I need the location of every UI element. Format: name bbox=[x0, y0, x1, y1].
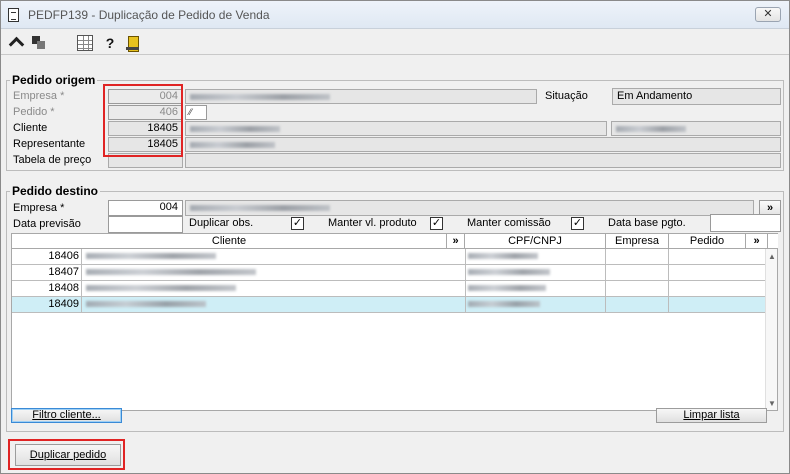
close-button[interactable]: ✕ bbox=[755, 7, 781, 22]
limpar-lista-label: Limpar lista bbox=[683, 409, 740, 421]
clientes-grid: Cliente » CPF/CNPJ Empresa Pedido » 1840… bbox=[11, 233, 778, 411]
destino-empresa-label: Empresa * bbox=[13, 202, 65, 214]
destino-empresa-name-field bbox=[185, 200, 754, 216]
help-icon[interactable]: ? bbox=[102, 35, 118, 52]
origem-pedido-label: Pedido * bbox=[13, 106, 55, 118]
grid-header-cpf[interactable]: CPF/CNPJ bbox=[465, 234, 606, 249]
grid-cell-cpf bbox=[466, 297, 606, 312]
grid-header-cliente-more[interactable]: » bbox=[447, 234, 465, 249]
data-previsao-label: Data previsão bbox=[13, 218, 81, 230]
manter-vl-produto-checkbox[interactable]: ✓ bbox=[430, 217, 443, 230]
origem-empresa-label: Empresa * bbox=[13, 90, 65, 102]
manter-comissao-label: Manter comissão bbox=[467, 217, 551, 229]
manter-comissao-checkbox[interactable]: ✓ bbox=[571, 217, 584, 230]
destino-empresa-input[interactable]: 004 bbox=[108, 200, 183, 216]
origem-cliente-name-field bbox=[185, 121, 607, 136]
pedido-destino-legend: Pedido destino bbox=[12, 184, 99, 198]
pedido-origem-legend: Pedido origem bbox=[12, 73, 96, 87]
data-base-pgto-input[interactable] bbox=[710, 214, 781, 232]
title-bar: PEDFP139 - Duplicação de Pedido de Venda… bbox=[1, 1, 789, 29]
grid-cell-cpf bbox=[466, 265, 606, 280]
duplicar-pedido-label: Duplicar pedido bbox=[29, 449, 107, 461]
origem-pedido-field: 406 bbox=[108, 105, 183, 120]
tabela-preco-field bbox=[108, 153, 183, 168]
grid-cell-cliente bbox=[82, 281, 466, 296]
grid-cell-pedido bbox=[669, 249, 768, 264]
pedido-lookup-button[interactable]: ⁄⁄ bbox=[185, 105, 207, 120]
table-row[interactable]: 18408 bbox=[12, 281, 768, 297]
origem-cliente-field: 18405 bbox=[108, 121, 183, 136]
exit-door-icon[interactable] bbox=[125, 35, 141, 52]
grid-header-cliente[interactable]: Cliente bbox=[12, 234, 447, 249]
grid-cell-code: 18406 bbox=[12, 249, 82, 264]
duplicar-obs-checkbox[interactable]: ✓ bbox=[291, 217, 304, 230]
grid-cell-empresa bbox=[606, 249, 669, 264]
data-previsao-input[interactable] bbox=[108, 216, 183, 233]
document-icon bbox=[8, 8, 19, 22]
grid-cell-empresa bbox=[606, 265, 669, 280]
copy-icon[interactable] bbox=[31, 35, 47, 51]
toolbar: ? bbox=[1, 29, 789, 55]
grid-cell-code: 18407 bbox=[12, 265, 82, 280]
origem-empresa-name-field bbox=[185, 89, 537, 104]
table-row[interactable]: 18406 bbox=[12, 249, 768, 265]
grid-header-more[interactable]: » bbox=[746, 234, 768, 249]
grid-cell-cpf bbox=[466, 249, 606, 264]
grid-cell-code: 18409 bbox=[12, 297, 82, 312]
grid-cell-pedido bbox=[669, 297, 768, 312]
filtro-cliente-button[interactable]: Filtro cliente... bbox=[11, 408, 122, 423]
limpar-lista-button[interactable]: Limpar lista bbox=[656, 408, 767, 423]
grid-cell-empresa bbox=[606, 297, 669, 312]
origem-cliente-label: Cliente bbox=[13, 122, 48, 134]
grid-cell-pedido bbox=[669, 265, 768, 280]
origem-empresa-field: 004 bbox=[108, 89, 183, 104]
representante-name-field bbox=[185, 137, 781, 152]
grid-vertical-scrollbar[interactable]: ▲ ▼ bbox=[765, 249, 777, 410]
duplicar-pedido-button[interactable]: Duplicar pedido bbox=[15, 444, 121, 466]
arrow-return-icon[interactable] bbox=[9, 35, 25, 51]
table-row[interactable]: 18407 bbox=[12, 265, 768, 281]
grid-cell-cliente bbox=[82, 265, 466, 280]
representante-label: Representante bbox=[13, 138, 86, 150]
calendar-grid-icon[interactable] bbox=[77, 35, 93, 51]
grid-header-corner bbox=[768, 234, 778, 249]
filtro-cliente-label: Filtro cliente... bbox=[32, 409, 101, 421]
grid-cell-empresa bbox=[606, 281, 669, 296]
grid-cell-cpf bbox=[466, 281, 606, 296]
grid-cell-code: 18408 bbox=[12, 281, 82, 296]
grid-cell-cliente bbox=[82, 249, 466, 264]
grid-cell-cliente bbox=[82, 297, 466, 312]
window-title: PEDFP139 - Duplicação de Pedido de Venda bbox=[28, 8, 270, 22]
data-base-pgto-label: Data base pgto. bbox=[608, 217, 686, 229]
grid-header-cliente-label: Cliente bbox=[211, 235, 247, 247]
scroll-down-icon[interactable]: ▼ bbox=[768, 399, 776, 408]
grid-cell-pedido bbox=[669, 281, 768, 296]
app-window: PEDFP139 - Duplicação de Pedido de Venda… bbox=[0, 0, 790, 474]
scroll-up-icon[interactable]: ▲ bbox=[768, 252, 776, 261]
situacao-label: Situação bbox=[545, 90, 588, 102]
tabela-preco-name-field bbox=[185, 153, 781, 168]
origem-cliente-extra-field bbox=[611, 121, 781, 136]
duplicar-obs-label: Duplicar obs. bbox=[189, 217, 254, 229]
tabela-preco-label: Tabela de preço bbox=[13, 154, 92, 166]
grid-header-pedido[interactable]: Pedido bbox=[669, 234, 746, 249]
representante-field: 18405 bbox=[108, 137, 183, 152]
table-row-selected[interactable]: 18409 bbox=[12, 297, 768, 313]
manter-vl-produto-label: Manter vl. produto bbox=[328, 217, 417, 229]
grid-header-empresa[interactable]: Empresa bbox=[606, 234, 669, 249]
situacao-field: Em Andamento bbox=[612, 88, 781, 105]
